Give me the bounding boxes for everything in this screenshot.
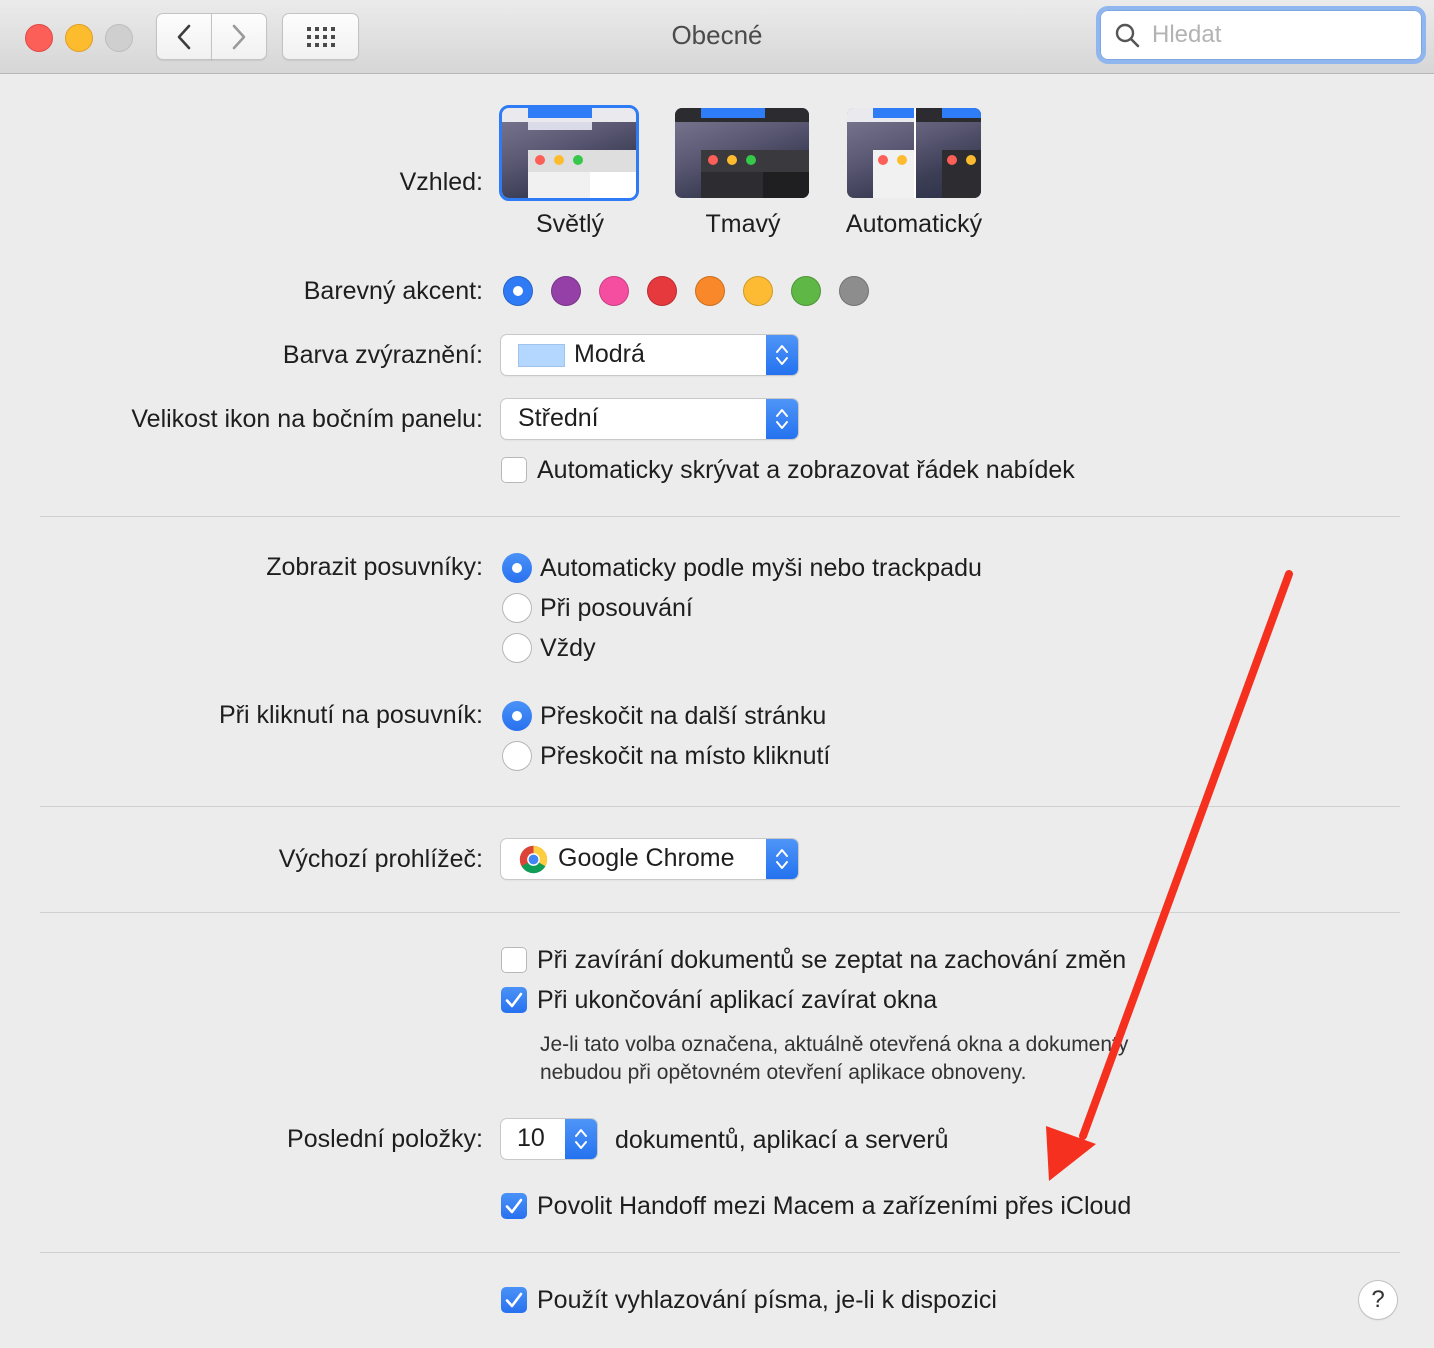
recent-items-label: Poslední položky:: [287, 1125, 483, 1153]
highlight-color-popup[interactable]: Modrá: [501, 335, 798, 375]
default-browser-label: Výchozí prohlížeč:: [278, 845, 483, 873]
sidebar-icon-size-value: Střední: [518, 404, 599, 432]
accent-color-swatch[interactable]: [839, 276, 869, 306]
auto-hide-menubar-checkbox[interactable]: [501, 457, 527, 483]
close-windows-label: Při ukončování aplikací zavírat okna: [537, 986, 938, 1014]
sidebar-icon-size-popup[interactable]: Střední: [501, 399, 798, 439]
title-bar: Obecné: [0, 0, 1434, 74]
recent-items-popup[interactable]: 10: [501, 1119, 597, 1159]
auto-hide-menubar-label: Automaticky skrývat a zobrazovat řádek n…: [537, 456, 1075, 484]
appearance-dark-option[interactable]: [675, 108, 809, 198]
scroll-click-label: Při kliknutí na posuvník:: [218, 701, 483, 729]
recent-items-suffix: dokumentů, aplikací a serverů: [615, 1126, 949, 1154]
close-windows-note-line1: Je-li tato volba označena, aktuálně otev…: [540, 1033, 1129, 1056]
default-browser-popup[interactable]: Google Chrome: [501, 839, 798, 879]
highlight-swatch: [518, 344, 565, 367]
popup-arrows-icon: [766, 399, 798, 439]
checkmark-icon: [505, 992, 523, 1008]
chrome-icon: [519, 845, 548, 874]
scrollbars-when-scrolling-label: Při posouvání: [540, 594, 693, 622]
appearance-auto-option[interactable]: [847, 108, 981, 198]
appearance-light-label: Světlý: [535, 210, 605, 238]
handoff-checkbox[interactable]: [501, 1193, 527, 1219]
divider: [40, 912, 1400, 913]
close-windows-checkbox[interactable]: [501, 987, 527, 1013]
divider: [40, 806, 1400, 807]
popup-arrows-icon: [565, 1119, 597, 1159]
scrollbars-auto-label: Automaticky podle myši nebo trackpadu: [540, 554, 982, 582]
recent-items-value: 10: [517, 1124, 545, 1152]
scrollbars-when-scrolling-radio[interactable]: [502, 593, 532, 623]
checkmark-icon: [505, 1198, 523, 1214]
font-smoothing-label: Použít vyhlazování písma, je-li k dispoz…: [537, 1286, 997, 1314]
ask-keep-changes-label: Při zavírání dokumentů se zeptat na zach…: [537, 946, 1127, 974]
accent-color-swatch[interactable]: [695, 276, 725, 306]
accent-color-swatch[interactable]: [551, 276, 581, 306]
highlight-color-value: Modrá: [574, 340, 645, 368]
accent-color-swatch[interactable]: [599, 276, 629, 306]
popup-arrows-icon: [766, 335, 798, 375]
close-windows-note-line2: nebudou při opětovném otevření aplikace …: [540, 1061, 1027, 1084]
scroll-click-next-page-label: Přeskočit na další stránku: [540, 702, 827, 730]
scrollbars-always-label: Vždy: [540, 634, 596, 662]
scroll-click-next-page-radio[interactable]: [502, 701, 532, 731]
appearance-label: Vzhled:: [399, 168, 483, 196]
scrollbars-always-radio[interactable]: [502, 633, 532, 663]
accent-color-swatch[interactable]: [743, 276, 773, 306]
ask-keep-changes-checkbox[interactable]: [501, 947, 527, 973]
accent-color-swatch[interactable]: [503, 276, 533, 306]
checkmark-icon: [505, 1292, 523, 1308]
handoff-label: Povolit Handoff mezi Macem a zařízeními …: [537, 1192, 1132, 1220]
show-scrollbars-label: Zobrazit posuvníky:: [266, 553, 483, 581]
scroll-click-spot-label: Přeskočit na místo kliknutí: [540, 742, 831, 770]
divider: [40, 1252, 1400, 1253]
appearance-auto-label: Automatický: [845, 210, 983, 238]
help-button[interactable]: ?: [1359, 1281, 1397, 1319]
scroll-click-spot-radio[interactable]: [502, 741, 532, 771]
accent-color-swatch[interactable]: [647, 276, 677, 306]
accent-color-label: Barevný akcent:: [303, 277, 483, 305]
accent-color-swatch[interactable]: [791, 276, 821, 306]
default-browser-value: Google Chrome: [558, 844, 735, 872]
font-smoothing-checkbox[interactable]: [501, 1287, 527, 1313]
appearance-light-option[interactable]: [499, 105, 639, 201]
appearance-dark-label: Tmavý: [705, 210, 781, 238]
popup-arrows-icon: [766, 839, 798, 879]
search-input[interactable]: [1150, 20, 1404, 50]
divider: [40, 516, 1400, 517]
highlight-color-label: Barva zvýraznění:: [282, 341, 483, 369]
search-icon: [1115, 23, 1140, 48]
search-field[interactable]: [1100, 10, 1422, 60]
scrollbars-auto-radio[interactable]: [502, 553, 532, 583]
sidebar-icon-size-label: Velikost ikon na bočním panelu:: [131, 405, 483, 433]
